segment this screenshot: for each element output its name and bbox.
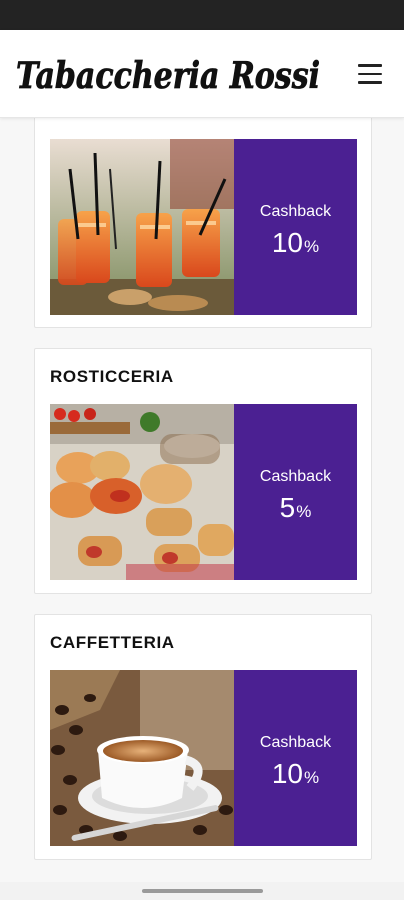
- cashback-panel: Cashback 10%: [234, 139, 357, 315]
- gesture-handle[interactable]: [142, 889, 263, 893]
- category-card-caffetteria[interactable]: CAFFETTERIA Cashback 10%: [34, 614, 372, 860]
- category-title: ROSTICCERIA: [50, 367, 174, 386]
- category-card-drinks[interactable]: Cashback 10%: [34, 118, 372, 328]
- pastries-pizzette-photo: [50, 404, 234, 580]
- category-card-body[interactable]: Cashback 5%: [50, 404, 357, 580]
- coffee-cup-photo: [50, 670, 234, 846]
- cashback-value: 10%: [271, 227, 320, 258]
- brand-logo-text: Tabaccheria Rossi: [16, 55, 320, 97]
- cashback-label: Cashback: [259, 734, 332, 751]
- category-list[interactable]: Cashback 10% ROSTICCERIA Cashback 5% CAF…: [0, 118, 404, 882]
- category-card-body[interactable]: Cashback 10%: [50, 670, 357, 846]
- category-card-rosticceria[interactable]: ROSTICCERIA Cashback 5%: [34, 348, 372, 594]
- spritz-cocktails-photo: [50, 139, 234, 315]
- category-title: CAFFETTERIA: [50, 633, 175, 652]
- system-navigation-bar: [0, 882, 404, 900]
- category-card-body[interactable]: Cashback 10%: [50, 139, 357, 315]
- brand-logo[interactable]: Tabaccheria Rossi: [14, 44, 324, 104]
- cashback-value: 10%: [271, 758, 320, 789]
- cashback-value: 5%: [279, 492, 312, 523]
- cashback-label: Cashback: [259, 203, 332, 220]
- cashback-label: Cashback: [259, 468, 332, 485]
- hamburger-menu-icon[interactable]: [356, 64, 384, 86]
- app-header: Tabaccheria Rossi: [0, 30, 404, 118]
- status-bar: [0, 0, 404, 30]
- cashback-panel: Cashback 5%: [234, 404, 357, 580]
- cashback-panel: Cashback 10%: [234, 670, 357, 846]
